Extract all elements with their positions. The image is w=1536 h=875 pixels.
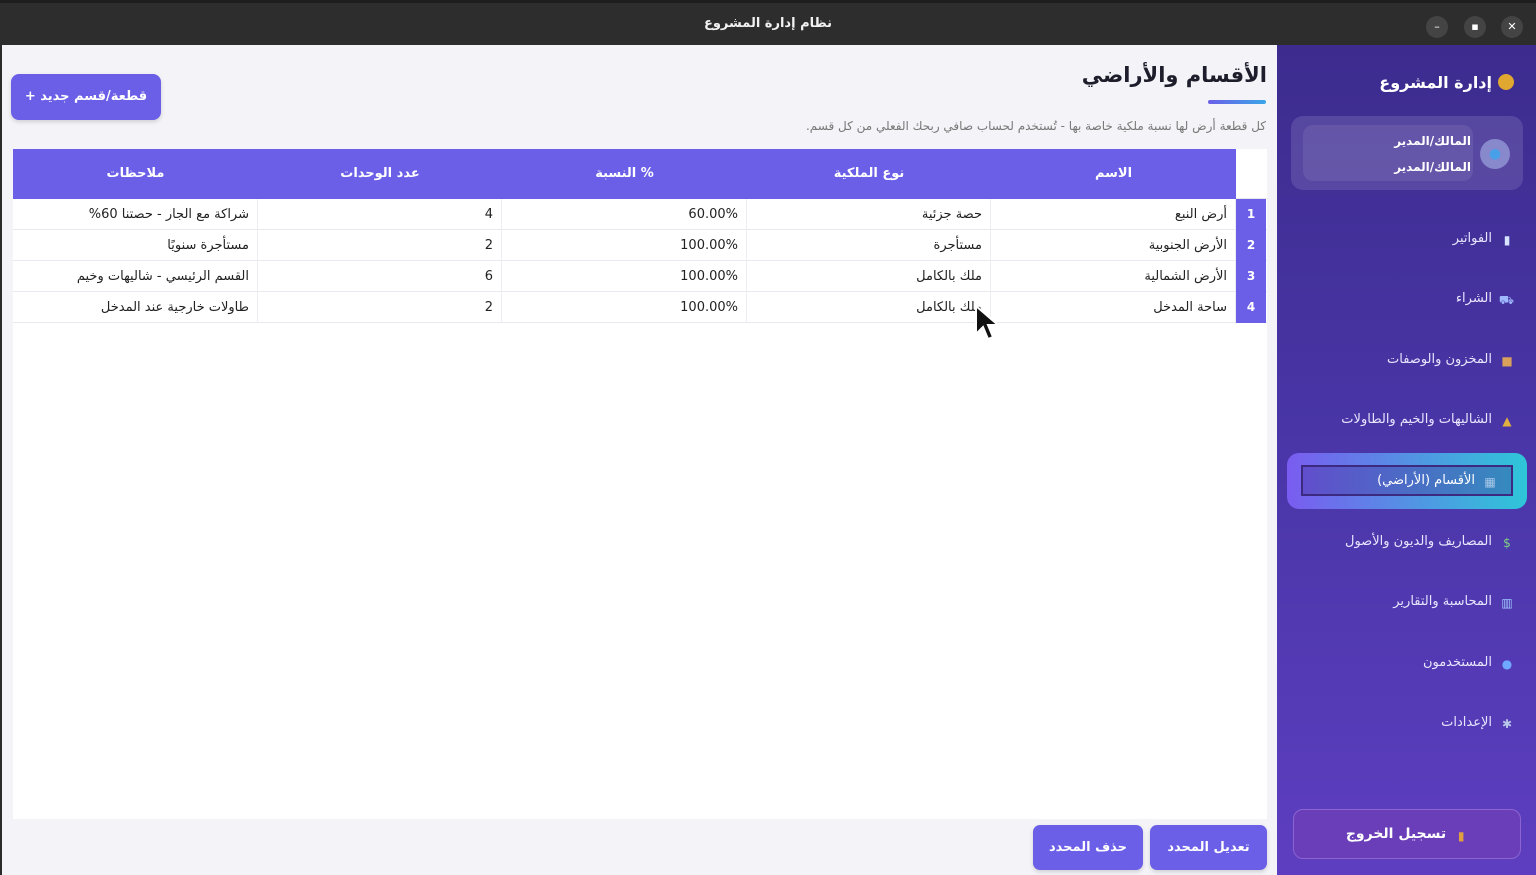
cell-name[interactable]: الأرض الشمالية (991, 261, 1236, 292)
sidebar-item-label: الأقسام (الأراضي) (1377, 473, 1475, 488)
table-row[interactable]: 3 الأرض الشمالية ملك بالكامل 100.00% 6 ا… (13, 261, 1267, 292)
money-icon: $ (1503, 536, 1511, 550)
sidebar-item-label: الشاليهات والخيم والطاولات (1341, 412, 1492, 427)
logout-button[interactable]: ▮ تسجيل الخروج (1293, 809, 1521, 859)
tent-icon: ▲ (1502, 414, 1512, 428)
cell-notes[interactable]: مستأجرة سنويًا (13, 230, 258, 261)
table-row[interactable]: 2 الأرض الجنوبية مستأجرة 100.00% 2 مستأج… (13, 230, 1267, 261)
table-corner (1236, 149, 1267, 199)
cell-name[interactable]: ساحة المدخل (991, 292, 1236, 323)
receipt-icon: ▮ (1503, 233, 1511, 247)
cell-notes[interactable]: القسم الرئيسي - شاليهات وخيم (13, 261, 258, 292)
sections-table: الاسم نوع الملكية % النسبة عدد الوحدات م… (13, 149, 1267, 819)
row-number[interactable]: 1 (1236, 199, 1266, 230)
header-notes[interactable]: ملاحظات (13, 149, 258, 199)
main-panel: قطعة/قسم جديد + الأقسام والأراضي كل قطعة… (2, 45, 1277, 875)
row-number[interactable]: 3 (1236, 261, 1266, 292)
sidebar-item-inventory[interactable]: ■ المخزون والوصفات (1294, 352, 1514, 374)
header-name[interactable]: الاسم (991, 149, 1236, 199)
cell-percent[interactable]: 100.00% (502, 261, 747, 292)
cell-percent[interactable]: 60.00% (502, 199, 747, 230)
cell-ownership[interactable]: حصة جزئية (747, 199, 991, 230)
logout-label: تسجيل الخروج (1345, 826, 1447, 842)
maximize-icon: ▪ (1471, 20, 1479, 33)
close-button[interactable]: ✕ (1501, 16, 1523, 38)
header-ownership[interactable]: نوع الملكية (747, 149, 991, 199)
users-icon: ● (1501, 657, 1513, 671)
row-number[interactable]: 2 (1236, 230, 1266, 261)
page-subtitle: كل قطعة أرض لها نسبة ملكية خاصة بها - تُ… (805, 119, 1266, 133)
add-section-button[interactable]: قطعة/قسم جديد + (11, 74, 161, 120)
map-icon: ▦ (1484, 475, 1496, 489)
title-underline (1208, 100, 1266, 104)
sidebar-item-label: الشراء (1455, 291, 1492, 306)
sidebar: إدارة المشروع ● المالك/المدير المالك/الم… (1277, 45, 1536, 875)
cell-units[interactable]: 2 (258, 230, 502, 261)
cell-units[interactable]: 6 (258, 261, 502, 292)
cell-ownership[interactable]: ملك بالكامل (747, 261, 991, 292)
table-row[interactable]: 4 ساحة المدخل ملك بالكامل 100.00% 2 طاول… (13, 292, 1267, 323)
brand: إدارة المشروع (1379, 73, 1514, 92)
cell-percent[interactable]: 100.00% (502, 230, 747, 261)
edit-selected-button[interactable]: تعديل المحدد (1150, 825, 1267, 870)
brand-title: إدارة المشروع (1379, 73, 1492, 92)
minimize-icon: – (1434, 20, 1440, 33)
page-title: الأقسام والأراضي (1081, 63, 1267, 87)
minimize-button[interactable]: – (1426, 16, 1448, 38)
cell-notes[interactable]: شراكة مع الجار - حصتنا 60% (13, 199, 258, 230)
sidebar-item-label: الفواتير (1452, 231, 1492, 246)
maximize-button[interactable]: ▪ (1464, 16, 1486, 38)
leaf-icon (1498, 74, 1514, 90)
sidebar-item-label: المحاسبة والتقارير (1393, 594, 1492, 609)
cell-notes[interactable]: طاولات خارجية عند المدخل (13, 292, 258, 323)
table-header: الاسم نوع الملكية % النسبة عدد الوحدات م… (13, 149, 1236, 199)
user-name: المالك/المدير (1394, 160, 1471, 174)
sidebar-item-sections-focus: ▦ الأقسام (الأراضي) (1301, 465, 1513, 496)
delete-selected-button[interactable]: حذف المحدد (1033, 825, 1143, 870)
user-card[interactable]: ● المالك/المدير المالك/المدير (1291, 116, 1523, 190)
window-titlebar: نظام إدارة المشروع – ▪ ✕ (0, 0, 1536, 45)
mouse-cursor-icon (975, 304, 1001, 341)
sidebar-item-expenses[interactable]: $ المصاريف والديون والأصول (1294, 534, 1514, 556)
row-number[interactable]: 4 (1236, 292, 1266, 323)
sidebar-item-label: الإعدادات (1441, 715, 1492, 730)
cell-units[interactable]: 2 (258, 292, 502, 323)
avatar: ● (1480, 139, 1510, 169)
chart-icon: ▥ (1501, 596, 1513, 610)
sidebar-item-sections[interactable]: ▦ الأقسام (الأراضي) (1287, 453, 1527, 509)
sidebar-item-invoices[interactable]: ▮ الفواتير (1294, 231, 1514, 253)
header-percent[interactable]: % النسبة (502, 149, 747, 199)
cell-ownership[interactable]: ملك بالكامل (747, 292, 991, 323)
window-title: نظام إدارة المشروع (703, 16, 833, 31)
user-icon: ● (1488, 146, 1502, 162)
gear-icon: ✱ (1501, 717, 1513, 731)
cell-name[interactable]: الأرض الجنوبية (991, 230, 1236, 261)
sidebar-item-settings[interactable]: ✱ الإعدادات (1294, 715, 1514, 737)
sidebar-item-purchase[interactable]: ⛟ الشراء (1294, 291, 1514, 313)
sidebar-item-label: المستخدمون (1422, 655, 1492, 670)
sidebar-item-label: المصاريف والديون والأصول (1345, 534, 1492, 549)
cell-percent[interactable]: 100.00% (502, 292, 747, 323)
cell-units[interactable]: 4 (258, 199, 502, 230)
box-icon: ■ (1501, 354, 1513, 368)
cell-ownership[interactable]: مستأجرة (747, 230, 991, 261)
sidebar-item-label: المخزون والوصفات (1387, 352, 1492, 367)
table-row[interactable]: 1 أرض النبع حصة جزئية 60.00% 4 شراكة مع … (13, 199, 1267, 230)
cell-name[interactable]: أرض النبع (991, 199, 1236, 230)
sidebar-item-users[interactable]: ● المستخدمون (1294, 655, 1514, 677)
door-icon: ▮ (1457, 829, 1465, 843)
sidebar-item-chalets[interactable]: ▲ الشاليهات والخيم والطاولات (1294, 412, 1514, 434)
sidebar-item-accounting[interactable]: ▥ المحاسبة والتقارير (1294, 594, 1514, 616)
cart-icon: ⛟ (1498, 293, 1514, 307)
close-icon: ✕ (1507, 20, 1517, 33)
header-units[interactable]: عدد الوحدات (258, 149, 502, 199)
user-role: المالك/المدير (1394, 134, 1471, 148)
